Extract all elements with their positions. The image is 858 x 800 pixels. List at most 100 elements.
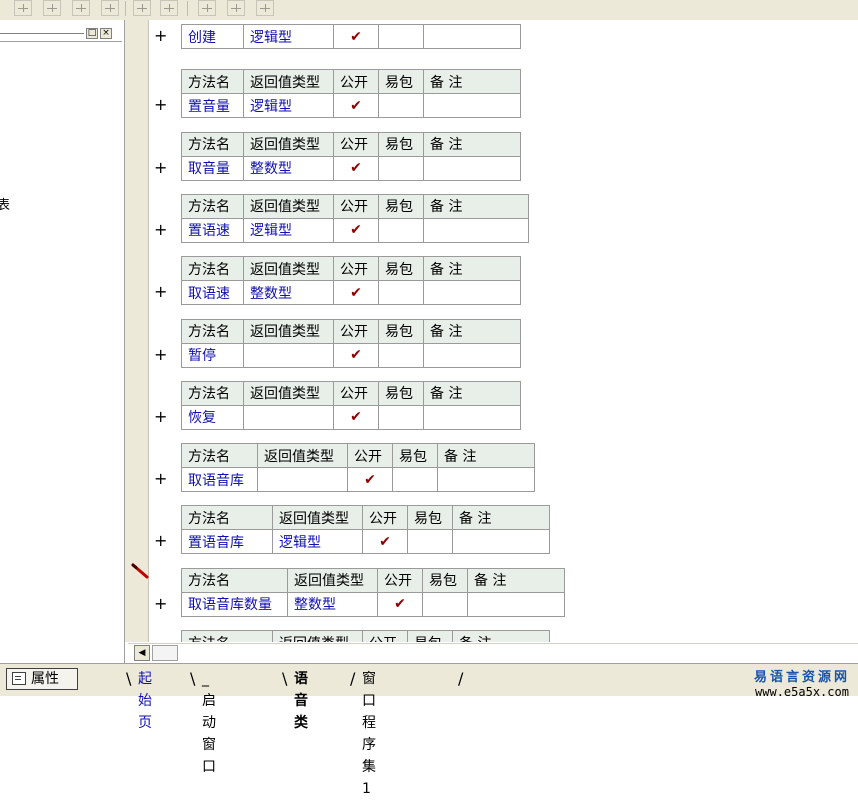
expand-method-button[interactable]: + [154, 284, 167, 300]
public-check-icon[interactable]: ✔ [347, 467, 393, 493]
method-name-cell[interactable]: 创建 [181, 24, 244, 49]
align-top-icon[interactable] [72, 0, 90, 16]
tab-window-assembly[interactable]: 窗口程序集1 [358, 668, 380, 797]
method-name-cell[interactable]: 恢复 [181, 404, 244, 430]
public-check-icon[interactable]: ✔ [377, 591, 423, 617]
easy-package-cell[interactable] [422, 591, 468, 617]
note-cell[interactable] [423, 404, 521, 430]
code-editor[interactable]: 创建 逻辑型 ✔ + 方法名 返回值类型 公开 易包备 注置音量 逻辑型 ✔ + 方法名 返回值类型 公开… [149, 20, 858, 642]
method-name-cell[interactable]: 取语速 [181, 280, 244, 306]
align-bottom-icon[interactable] [101, 0, 119, 16]
center-both-icon[interactable] [256, 0, 274, 16]
note-cell[interactable] [423, 280, 521, 306]
tab-divider: \ [126, 669, 132, 688]
bottom-tab-bar: 属性 \ 起始页 \ _启动窗口 \ 语音类 / 窗口程序集1 / 易语言资源网… [0, 663, 858, 797]
tab-start-page[interactable]: 起始页 [134, 668, 156, 731]
expand-method-button[interactable]: + [154, 221, 167, 238]
easy-package-cell[interactable] [378, 342, 424, 368]
same-height-icon[interactable] [160, 0, 178, 16]
public-check-icon[interactable]: ✔ [333, 342, 379, 368]
method-row[interactable]: 暂停 ✔ [181, 342, 521, 368]
expand-method-button[interactable]: + [154, 159, 167, 176]
method-row[interactable]: 取语速 整数型 ✔ [181, 280, 521, 306]
note-cell[interactable] [452, 529, 550, 555]
public-check-icon[interactable]: ✔ [333, 217, 379, 243]
easy-package-cell[interactable] [378, 404, 424, 430]
easy-package-cell[interactable] [378, 155, 424, 181]
panel-close-button[interactable]: × [100, 28, 112, 39]
align-grid-icon[interactable] [14, 0, 32, 16]
expand-method-button[interactable]: + [154, 471, 167, 487]
easy-package-cell[interactable] [378, 93, 424, 119]
panel-tree-item[interactable]: 表 [0, 194, 10, 213]
method-table: 方法名返回值类型公开易包备 注 [181, 630, 550, 642]
tab-divider: \ [282, 669, 288, 688]
align-center-icon[interactable] [43, 0, 61, 16]
expand-method-button[interactable]: + [154, 533, 167, 549]
scroll-left-button[interactable]: ◀ [134, 645, 150, 661]
method-row[interactable]: 取音量 整数型 ✔ [181, 155, 521, 181]
note-cell[interactable] [423, 217, 529, 243]
vertical-space-icon[interactable] [227, 0, 245, 16]
method-row[interactable]: 创建 逻辑型 ✔ [181, 24, 521, 49]
properties-button[interactable]: 属性 [6, 668, 78, 690]
return-type-cell[interactable] [243, 404, 334, 430]
public-check-icon[interactable]: ✔ [333, 24, 379, 49]
expand-method-button[interactable]: + [154, 408, 167, 425]
return-type-cell[interactable]: 整数型 [287, 591, 378, 617]
expand-method-button[interactable]: + [154, 595, 167, 612]
method-header-row: 方法名返回值类型公开易包备 注 [181, 630, 550, 642]
horizontal-space-icon[interactable] [198, 0, 216, 16]
header-note: 备 注 [437, 443, 535, 469]
method-row[interactable]: 置语速 逻辑型 ✔ [181, 217, 529, 243]
easy-package-cell[interactable] [378, 24, 424, 49]
method-row[interactable]: 置语音库 逻辑型 ✔ [181, 529, 550, 555]
header-method-name: 方法名 [181, 630, 273, 642]
public-check-icon[interactable]: ✔ [333, 93, 379, 119]
scroll-thumb[interactable] [152, 645, 178, 661]
note-cell[interactable] [423, 342, 521, 368]
return-type-cell[interactable]: 逻辑型 [272, 529, 363, 555]
method-name-cell[interactable]: 取语音库数量 [181, 591, 288, 617]
expand-method-button[interactable]: + [154, 28, 167, 44]
public-check-icon[interactable]: ✔ [333, 280, 379, 306]
method-row[interactable]: 恢复 ✔ [181, 404, 521, 430]
note-cell[interactable] [467, 591, 565, 617]
method-name-cell[interactable]: 暂停 [181, 342, 244, 368]
tab-startup-window[interactable]: _启动窗口 [198, 668, 220, 775]
method-row[interactable]: 取语音库数量 整数型 ✔ [181, 591, 565, 617]
method-name-cell[interactable]: 取语音库 [181, 467, 258, 493]
easy-package-cell[interactable] [392, 467, 438, 493]
return-type-cell[interactable]: 逻辑型 [243, 24, 334, 49]
method-name-cell[interactable]: 置语速 [181, 217, 244, 243]
expand-method-button[interactable]: + [154, 97, 167, 113]
panel-minimize-button[interactable]: □ [86, 28, 98, 39]
panel-grip[interactable] [0, 33, 84, 35]
note-cell[interactable] [437, 467, 535, 493]
method-name-cell[interactable]: 取音量 [181, 155, 244, 181]
method-name-cell[interactable]: 置音量 [181, 93, 244, 119]
return-type-cell[interactable]: 逻辑型 [243, 217, 334, 243]
horizontal-scrollbar[interactable]: ◀ [128, 643, 858, 664]
expand-method-button[interactable]: + [154, 346, 167, 363]
return-type-cell[interactable]: 整数型 [243, 280, 334, 306]
easy-package-cell[interactable] [378, 280, 424, 306]
public-check-icon[interactable]: ✔ [362, 529, 408, 555]
easy-package-cell[interactable] [378, 217, 424, 243]
tab-voice-class[interactable]: 语音类 [290, 668, 312, 731]
method-name-cell[interactable]: 置语音库 [181, 529, 273, 555]
note-cell[interactable] [423, 24, 521, 49]
method-row[interactable]: 置音量 逻辑型 ✔ [181, 93, 521, 119]
public-check-icon[interactable]: ✔ [333, 155, 379, 181]
public-check-icon[interactable]: ✔ [333, 404, 379, 430]
return-type-cell[interactable] [257, 467, 348, 493]
method-table: 方法名 返回值类型 公开 易包备 注置语速 逻辑型 ✔ [181, 193, 529, 243]
note-cell[interactable] [423, 93, 521, 119]
return-type-cell[interactable] [243, 342, 334, 368]
return-type-cell[interactable]: 整数型 [243, 155, 334, 181]
note-cell[interactable] [423, 155, 521, 181]
same-width-icon[interactable] [133, 0, 151, 16]
easy-package-cell[interactable] [407, 529, 453, 555]
method-row[interactable]: 取语音库 ✔ [181, 467, 535, 493]
return-type-cell[interactable]: 逻辑型 [243, 93, 334, 119]
